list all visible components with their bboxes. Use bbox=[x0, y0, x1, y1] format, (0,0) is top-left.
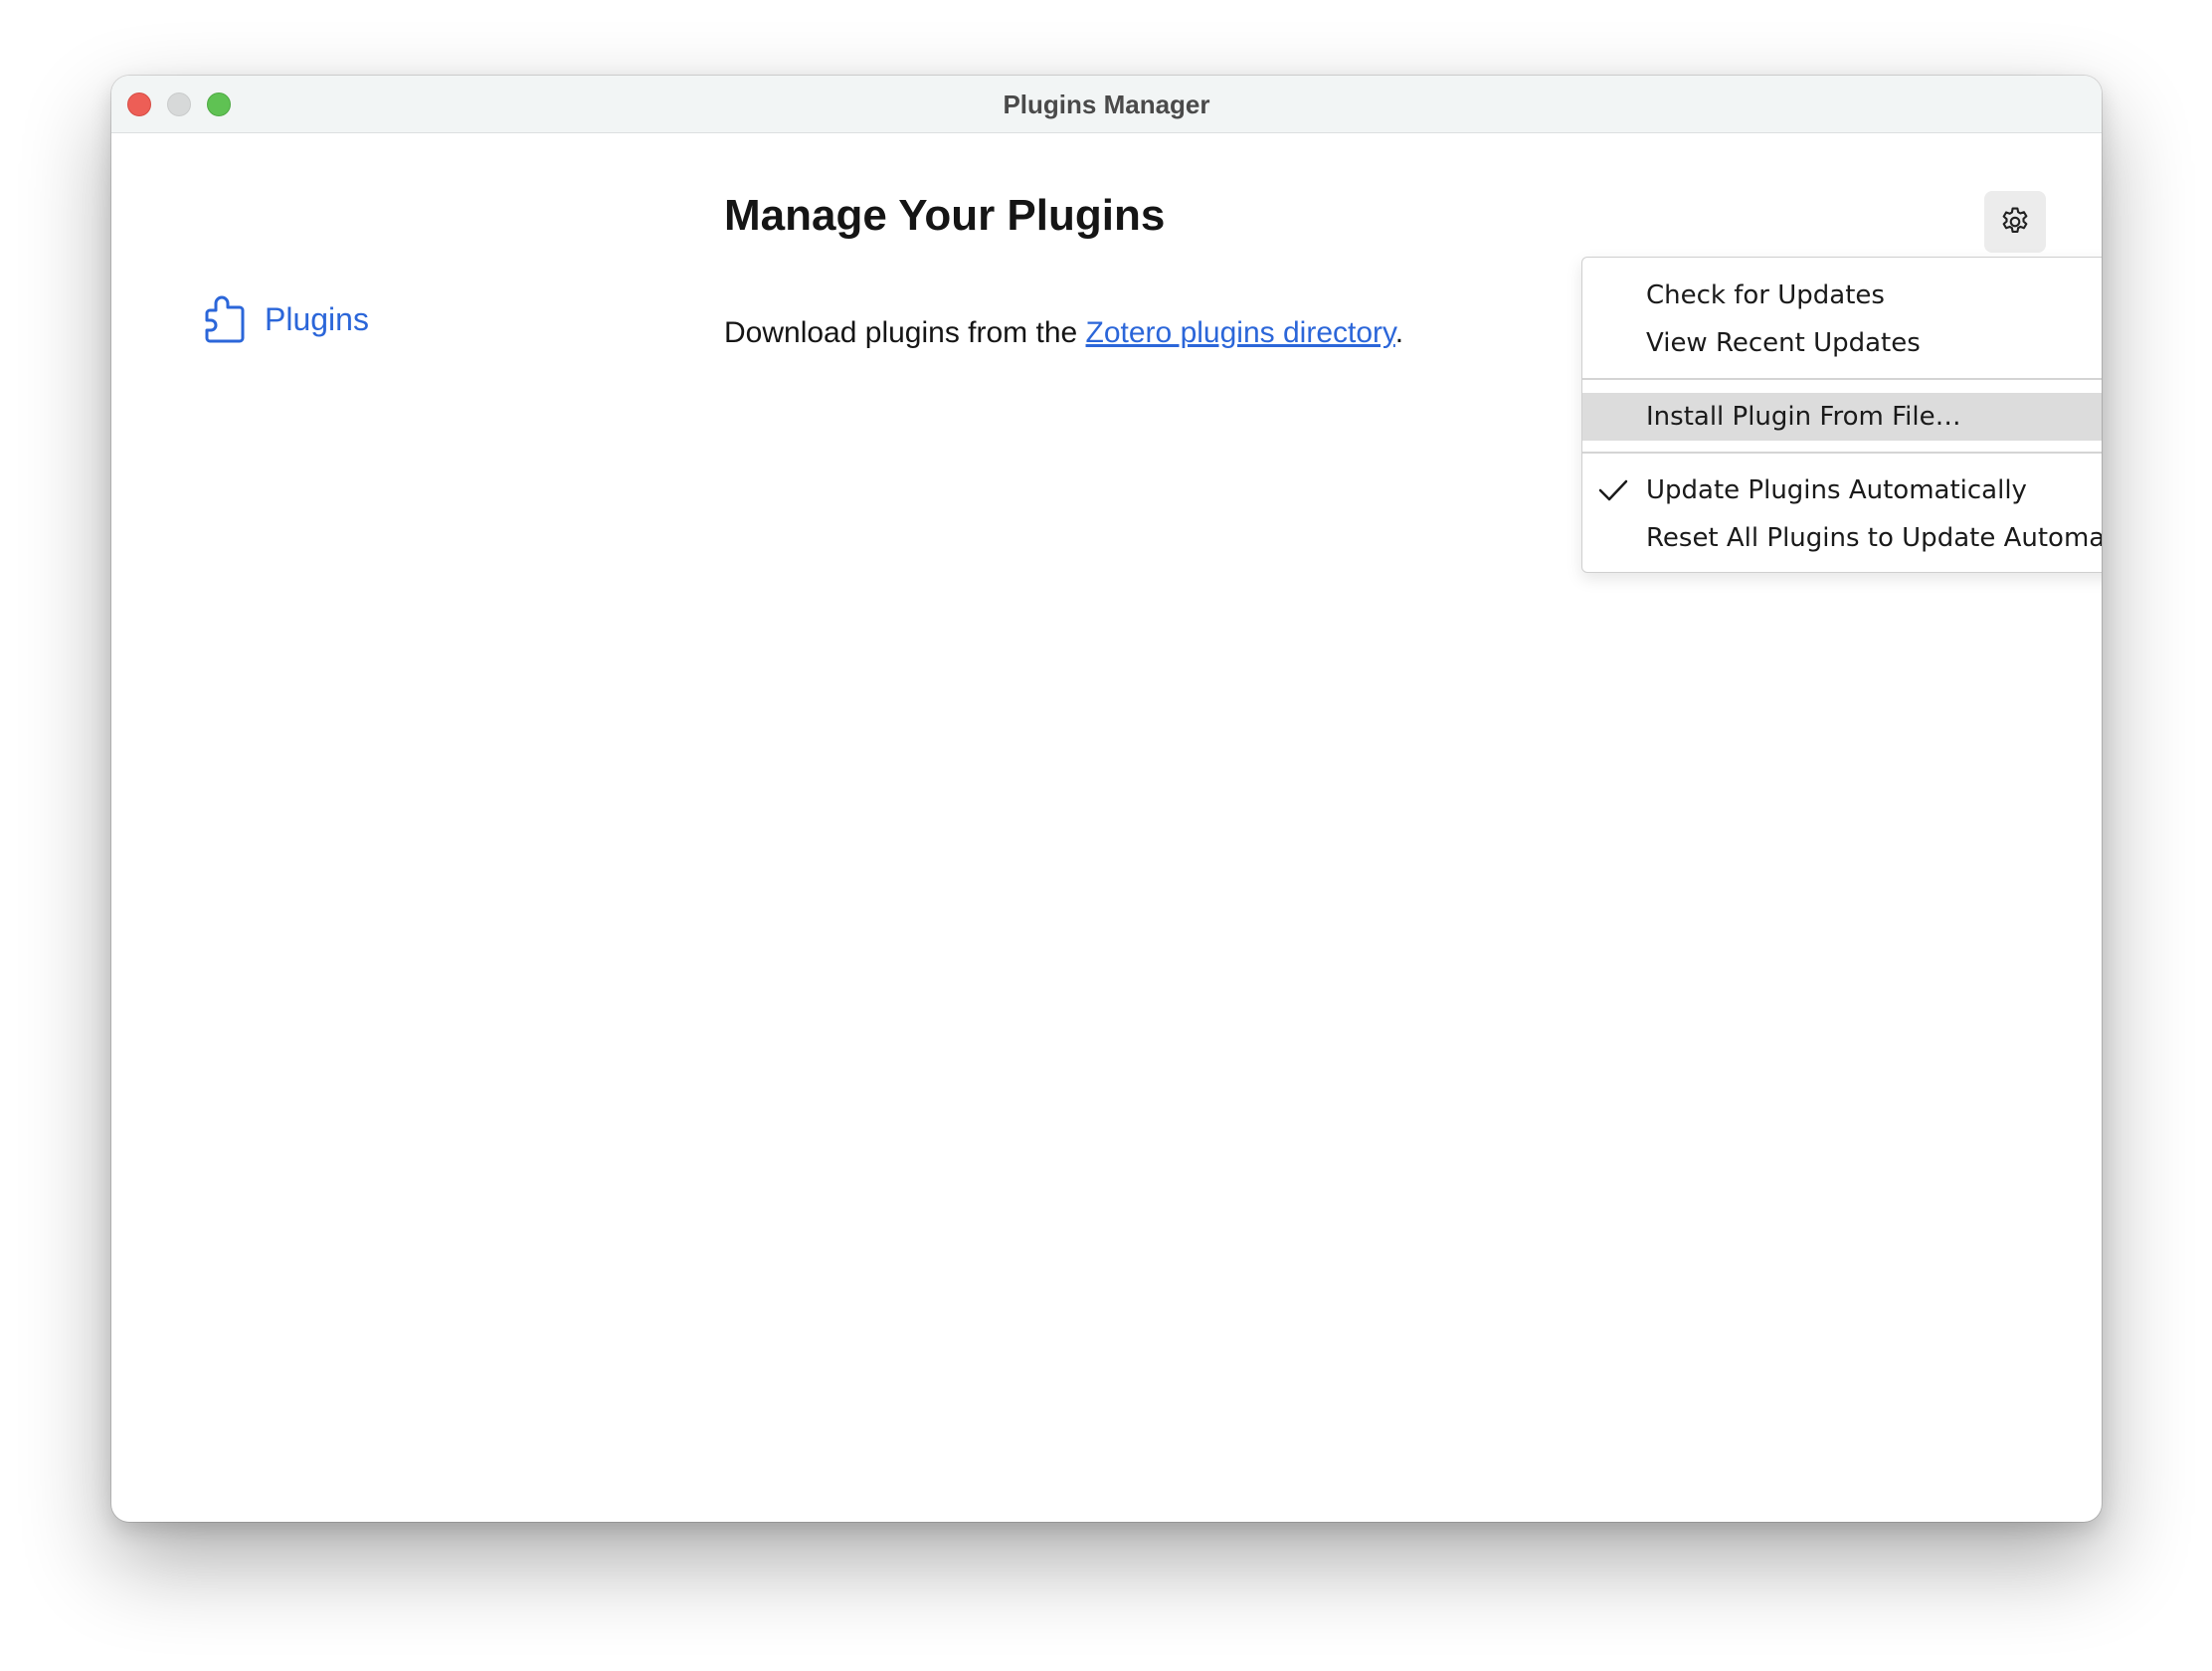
page-title: Manage Your Plugins bbox=[724, 191, 1166, 240]
menu-item-label: Install Plugin From File… bbox=[1646, 402, 1961, 432]
menu-item-label: Reset All Plugins to Update Automaticall… bbox=[1646, 523, 2102, 553]
title-bar: Plugins Manager bbox=[111, 76, 2102, 133]
menu-item-install-plugin-from-file[interactable]: Install Plugin From File… bbox=[1582, 393, 2102, 441]
menu-item-update-plugins-automatically[interactable]: Update Plugins Automatically bbox=[1582, 466, 2102, 514]
settings-button[interactable] bbox=[1984, 191, 2046, 253]
window-title: Plugins Manager bbox=[1003, 90, 1210, 119]
menu-item-label: Check for Updates bbox=[1646, 280, 1885, 310]
menu-item-view-recent-updates[interactable]: View Recent Updates bbox=[1582, 319, 2102, 367]
menu-separator bbox=[1582, 452, 2102, 454]
menu-item-label: View Recent Updates bbox=[1646, 328, 1921, 358]
gear-icon bbox=[2002, 207, 2028, 233]
menu-item-label: Update Plugins Automatically bbox=[1646, 475, 2027, 505]
checkmark-icon bbox=[1598, 479, 1628, 501]
menu-separator bbox=[1582, 378, 2102, 380]
menu-item-check-for-updates[interactable]: Check for Updates bbox=[1582, 272, 2102, 319]
intro-prefix: Download plugins from the bbox=[724, 316, 1086, 349]
settings-dropdown-menu: Check for Updates View Recent Updates In… bbox=[1581, 257, 2102, 573]
intro-text: Download plugins from the Zotero plugins… bbox=[724, 316, 1403, 350]
plugins-manager-window: Plugins Manager Plugins Manage Your Plug… bbox=[111, 76, 2102, 1522]
zotero-plugins-directory-link[interactable]: Zotero plugins directory bbox=[1086, 316, 1395, 349]
puzzle-piece-icon bbox=[205, 295, 245, 343]
sidebar-item-plugins[interactable]: Plugins bbox=[203, 294, 369, 344]
menu-item-reset-all-plugins[interactable]: Reset All Plugins to Update Automaticall… bbox=[1582, 514, 2102, 562]
intro-suffix: . bbox=[1394, 316, 1404, 349]
sidebar-item-label: Plugins bbox=[265, 300, 369, 337]
